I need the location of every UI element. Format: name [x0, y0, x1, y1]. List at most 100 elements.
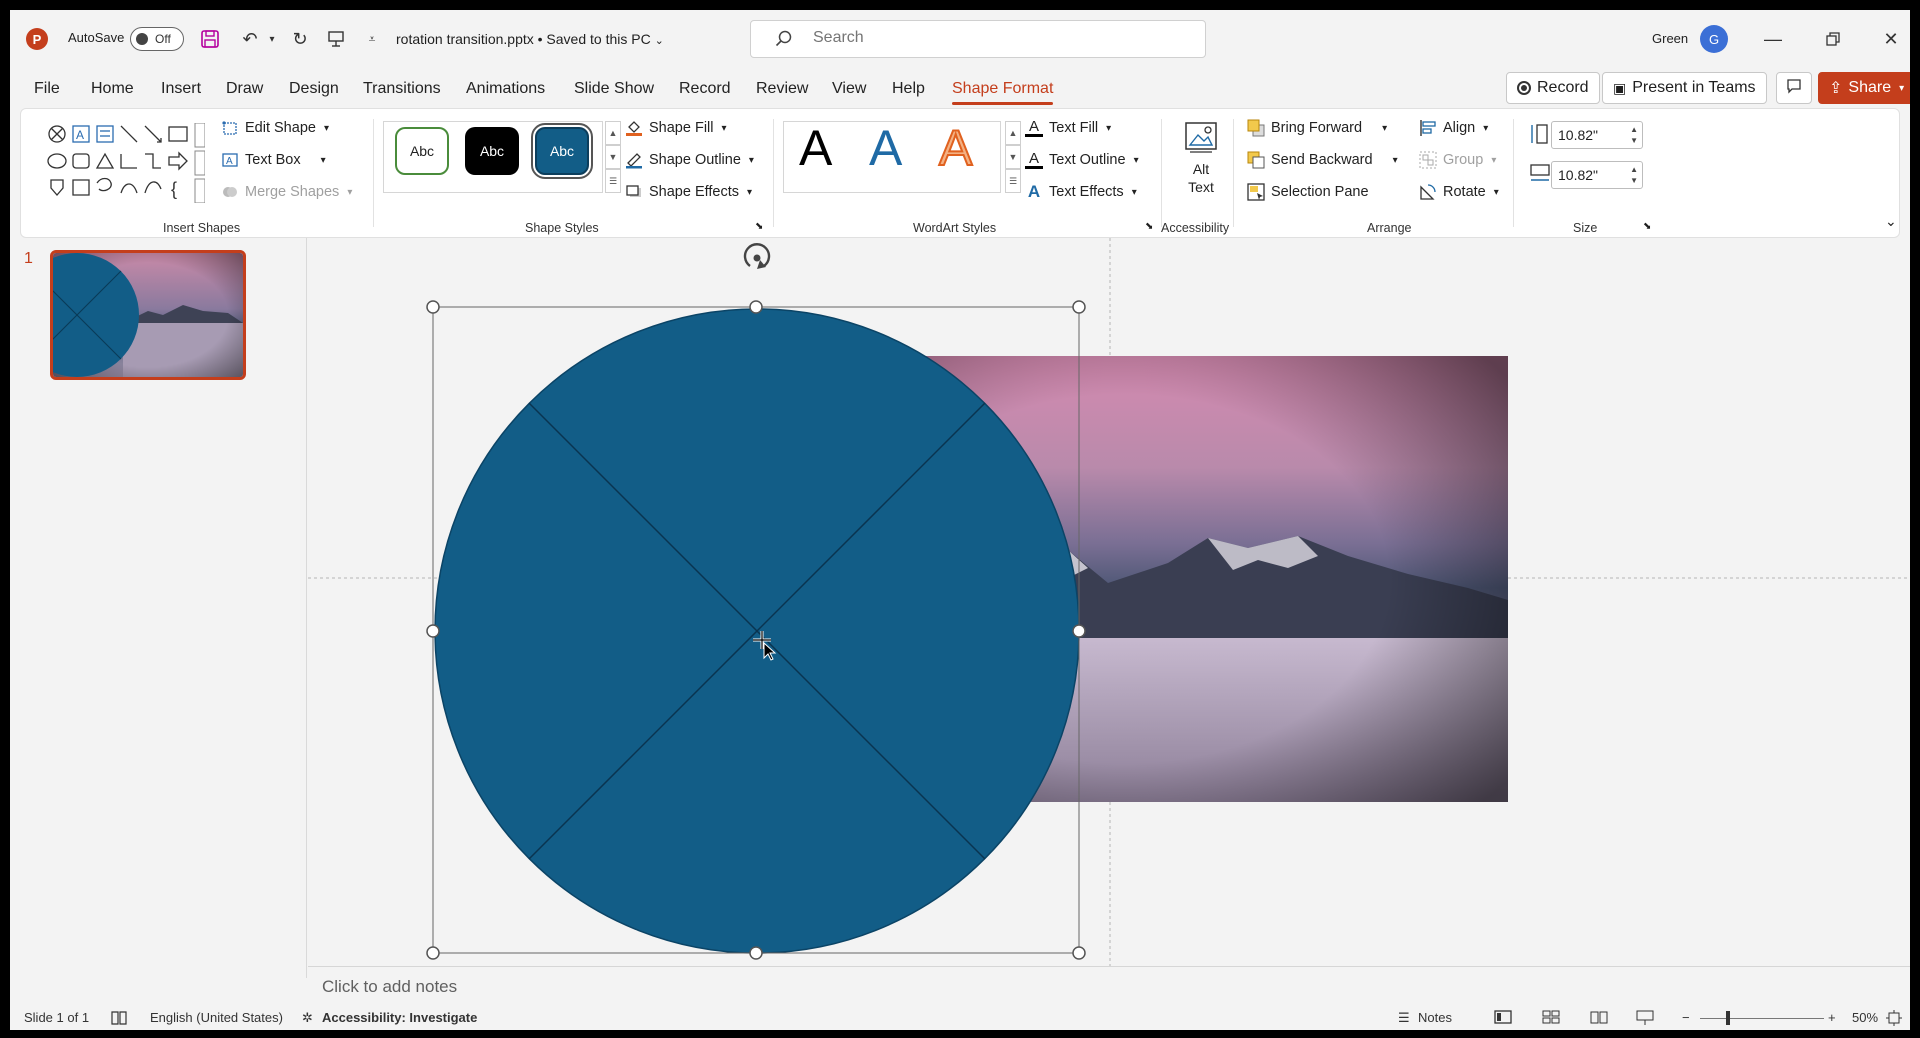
customize-toolbar-icon[interactable]: ⩡ [360, 27, 384, 51]
tab-design[interactable]: Design [289, 80, 339, 98]
autosave-toggle[interactable]: Off [130, 27, 184, 51]
shape-style-3[interactable]: Abc [531, 123, 593, 179]
text-box-button[interactable]: A Text Box ▾ [221, 151, 326, 169]
spelling-check-icon[interactable] [110, 1010, 128, 1029]
text-effects-button[interactable]: A Text Effects ▾ [1025, 182, 1137, 201]
undo-icon[interactable]: ↶ [238, 27, 262, 51]
bring-forward-button[interactable]: Bring Forward ▾ [1247, 119, 1387, 137]
resize-handle-top[interactable] [749, 300, 763, 314]
document-title[interactable]: rotation transition.pptx • Saved to this… [396, 31, 664, 47]
normal-view-icon[interactable] [1494, 1010, 1512, 1027]
group-button[interactable]: Group ▾ [1419, 151, 1496, 169]
align-button[interactable]: Align ▾ [1419, 119, 1488, 137]
tab-record[interactable]: Record [679, 80, 731, 98]
tab-animations[interactable]: Animations [466, 80, 545, 98]
language-indicator[interactable]: English (United States) [150, 1010, 283, 1025]
comments-button[interactable] [1776, 72, 1812, 104]
text-outline-button[interactable]: A Text Outline ▾ [1025, 151, 1139, 169]
scroll-down-icon[interactable]: ▼ [1005, 145, 1021, 169]
resize-handle-bottom-left[interactable] [426, 946, 440, 960]
shapes-gallery[interactable]: A { [45, 123, 205, 203]
selected-circle-shape[interactable] [434, 308, 1080, 954]
scroll-up-icon[interactable]: ▲ [605, 121, 621, 145]
shape-width-input[interactable]: 10.82" ▲ ▼ [1551, 161, 1643, 189]
resize-handle-top-right[interactable] [1072, 300, 1086, 314]
zoom-out-icon[interactable]: − [1682, 1010, 1690, 1025]
accessibility-icon[interactable]: ✲ [302, 1010, 313, 1026]
shape-style-1[interactable]: Abc [395, 127, 449, 175]
slideshow-view-icon[interactable] [1636, 1010, 1654, 1029]
record-button[interactable]: Record [1506, 72, 1600, 104]
accessibility-status[interactable]: Accessibility: Investigate [322, 1010, 477, 1025]
slide-canvas[interactable] [308, 238, 1910, 966]
search-input[interactable] [813, 29, 1173, 47]
scroll-up-icon[interactable]: ▲ [1005, 121, 1021, 145]
fit-to-window-icon[interactable] [1886, 1010, 1902, 1029]
wordart-style-1[interactable]: A [799, 119, 832, 177]
tab-shape-format[interactable]: Shape Format [952, 80, 1054, 105]
shape-style-2[interactable]: Abc [465, 127, 519, 175]
rotation-handle-icon[interactable] [743, 243, 771, 269]
text-fill-button[interactable]: A Text Fill ▾ [1025, 119, 1111, 137]
notes-toggle[interactable]: Notes [1418, 1010, 1452, 1025]
zoom-level[interactable]: 50% [1852, 1010, 1878, 1025]
notes-icon[interactable]: ☰ [1398, 1010, 1410, 1026]
share-button[interactable]: ⇪ Share ▾ [1818, 72, 1910, 104]
shape-fill-button[interactable]: Shape Fill ▾ [625, 119, 727, 137]
resize-handle-bottom[interactable] [749, 946, 763, 960]
send-backward-button[interactable]: Send Backward ▾ [1247, 151, 1398, 169]
present-from-start-icon[interactable] [324, 27, 348, 51]
notes-pane[interactable]: Click to add notes [308, 966, 1910, 1006]
height-spinner-icon[interactable]: ▲ ▼ [1630, 124, 1638, 146]
collapse-ribbon-icon[interactable]: ⌄ [1885, 213, 1897, 230]
present-in-teams-button[interactable]: ▣ Present in Teams [1602, 72, 1767, 104]
width-spinner-icon[interactable]: ▲ ▼ [1630, 164, 1638, 186]
dialog-launcher-icon[interactable]: ⬊ [755, 221, 763, 232]
rotate-button[interactable]: Rotate ▾ [1419, 183, 1499, 201]
wordart-style-3[interactable]: A [938, 119, 973, 177]
more-styles-icon[interactable]: ☰ [1005, 169, 1021, 193]
redo-icon[interactable]: ↻ [288, 27, 312, 51]
slide-editing-area[interactable] [308, 238, 1910, 966]
tab-transitions[interactable]: Transitions [363, 80, 441, 98]
dialog-launcher-icon[interactable]: ⬊ [1643, 221, 1651, 232]
resize-handle-top-left[interactable] [426, 300, 440, 314]
tab-home[interactable]: Home [91, 80, 134, 98]
minimize-icon[interactable]: — [1758, 24, 1788, 54]
save-icon[interactable] [198, 27, 222, 51]
undo-dropdown-icon[interactable]: ▾ [260, 27, 284, 51]
shape-outline-button[interactable]: Shape Outline ▾ [625, 151, 754, 169]
shape-height-input[interactable]: 10.82" ▲ ▼ [1551, 121, 1643, 149]
resize-handle-bottom-right[interactable] [1072, 946, 1086, 960]
wordart-style-2[interactable]: A [869, 119, 902, 177]
shape-effects-button[interactable]: Shape Effects ▾ [625, 183, 752, 201]
tab-draw[interactable]: Draw [226, 80, 263, 98]
tab-help[interactable]: Help [892, 80, 925, 98]
resize-handle-right[interactable] [1072, 624, 1086, 638]
more-styles-icon[interactable]: ☰ [605, 169, 621, 193]
wordart-scroll[interactable]: ▲ ▼ ☰ [1005, 121, 1021, 193]
tab-insert[interactable]: Insert [161, 80, 201, 98]
alt-text-button[interactable]: Alt Text [1173, 119, 1229, 196]
restore-icon[interactable] [1818, 24, 1848, 54]
tab-file[interactable]: File [34, 80, 60, 98]
slide-sorter-icon[interactable] [1542, 1010, 1560, 1027]
search-box[interactable] [750, 20, 1206, 58]
selection-pane-button[interactable]: Selection Pane [1247, 183, 1369, 201]
close-icon[interactable]: ✕ [1876, 24, 1906, 54]
edit-shape-button[interactable]: Edit Shape ▾ [221, 119, 329, 137]
resize-handle-left[interactable] [426, 624, 440, 638]
dialog-launcher-icon[interactable]: ⬊ [1145, 221, 1153, 232]
avatar[interactable]: G [1700, 25, 1728, 53]
reading-view-icon[interactable] [1590, 1010, 1608, 1027]
merge-shapes-button[interactable]: Merge Shapes ▾ [221, 183, 352, 201]
zoom-slider[interactable] [1700, 1018, 1824, 1019]
tab-review[interactable]: Review [756, 80, 808, 98]
zoom-in-icon[interactable]: + [1828, 1010, 1836, 1025]
tab-slide-show[interactable]: Slide Show [574, 80, 654, 98]
slide-thumbnail[interactable] [50, 250, 246, 380]
scroll-down-icon[interactable]: ▼ [605, 145, 621, 169]
shape-styles-scroll[interactable]: ▲ ▼ ☰ [605, 121, 621, 193]
tab-view[interactable]: View [832, 80, 866, 98]
zoom-slider-thumb[interactable] [1726, 1011, 1730, 1025]
